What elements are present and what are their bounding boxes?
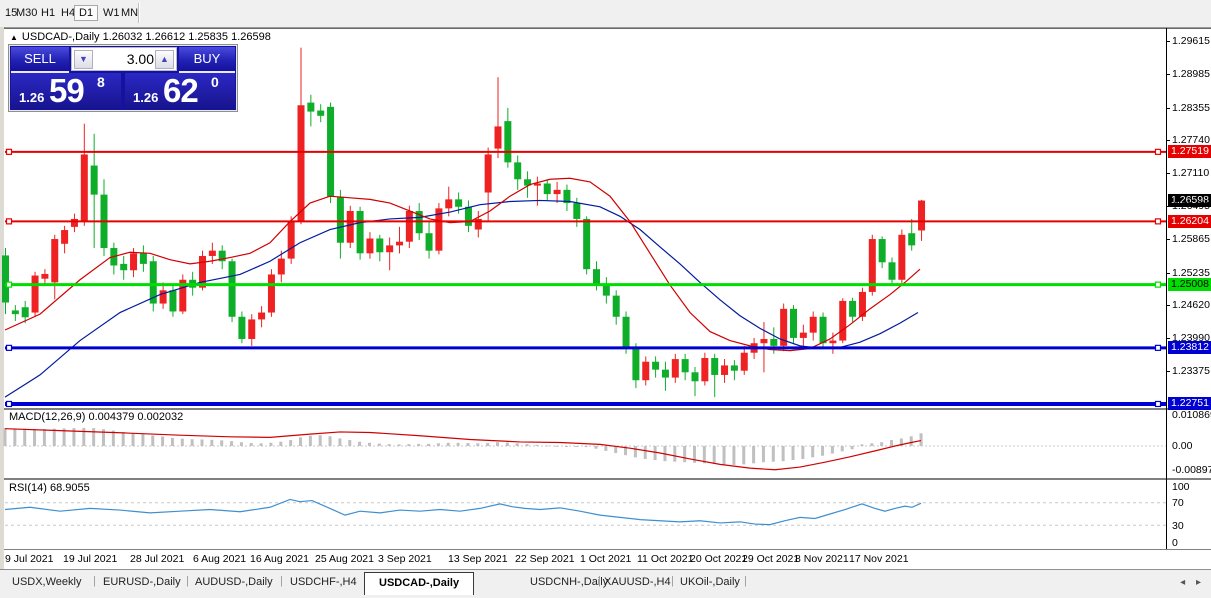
- rsi-axis-tick: 70: [1172, 497, 1184, 509]
- axis-tick-mark: [1166, 205, 1170, 207]
- timeframe-toolbar: 15 M30 H1 H4 D1 W1 MN: [0, 0, 1211, 28]
- volume-increase-button[interactable]: ▲: [155, 50, 174, 69]
- date-axis-label: 16 Aug 2021: [250, 553, 309, 565]
- timeframe-button-h1[interactable]: H1: [38, 5, 58, 21]
- sell-price-pip-digit: 8: [97, 74, 105, 90]
- date-axis-label: 19 Jul 2021: [63, 553, 118, 565]
- volume-decrease-button[interactable]: ▼: [74, 50, 93, 69]
- axis-tick-mark: [1166, 140, 1170, 142]
- axis-tick-mark: [1166, 239, 1170, 241]
- triangle-up-icon: ▲: [10, 33, 18, 42]
- price-axis-tick: 1.24620: [1172, 299, 1210, 312]
- sell-price-big-digits: 59: [49, 72, 85, 109]
- chart-tab-usdcad[interactable]: USDCAD-,Daily: [364, 572, 475, 595]
- chart-symbol-label: USDCAD-,Daily: [21, 31, 100, 43]
- one-click-trading-panel: SELL ▼ 3.00 ▲ BUY 1.26 59 8 1.26 62 0: [8, 44, 238, 112]
- axis-tick-mark: [1166, 338, 1170, 340]
- toolbar-separator: [138, 3, 140, 23]
- sell-price-prefix: 1.26: [19, 90, 45, 105]
- date-axis-label: 22 Sep 2021: [515, 553, 575, 565]
- price-axis-tick: 1.27740: [1172, 134, 1210, 147]
- price-axis-tick: 1.27110: [1172, 167, 1210, 180]
- date-axis-label: 6 Aug 2021: [193, 553, 247, 565]
- macd-pane-separator[interactable]: [4, 408, 1211, 411]
- rsi-axis-tick: 100: [1172, 481, 1190, 493]
- price-axis-tick: 1.29615: [1172, 35, 1210, 47]
- date-axis-label: 9 Jul 2021: [5, 553, 54, 565]
- macd-axis-tick: 0.010869: [1172, 409, 1211, 421]
- chart-tab-xauusd[interactable]: XAUUSD-,H4: [604, 576, 671, 588]
- axis-tick-mark: [1166, 370, 1170, 372]
- chart-tab-bar: ◂ ▸ USDX,Weekly EURUSD-,Daily AUDUSD-,Dail…: [0, 569, 1211, 598]
- date-axis-label: 20 Oct 2021: [690, 553, 748, 565]
- price-line-label: 1.25008: [1168, 278, 1211, 292]
- price-axis-tick: 1.23375: [1172, 364, 1210, 377]
- price-axis-tick: 1.28355: [1172, 101, 1210, 114]
- timeframe-button-d1[interactable]: D1: [74, 5, 99, 21]
- tab-separator: |: [598, 575, 601, 587]
- buy-price-prefix: 1.26: [133, 90, 159, 105]
- rsi-axis-tick: 30: [1172, 520, 1184, 532]
- axis-tick-mark: [1166, 107, 1170, 109]
- macd-indicator-label: MACD(12,26,9) 0.004379 0.002032: [9, 411, 184, 423]
- tab-separator: |: [186, 575, 189, 587]
- tab-separator: |: [671, 575, 674, 587]
- price-axis-tick: 1.25865: [1172, 233, 1210, 246]
- volume-input[interactable]: 3.00: [94, 48, 154, 70]
- axis-tick-mark: [1166, 41, 1170, 42]
- date-axis-label: 8 Nov 2021: [795, 553, 849, 565]
- chart-tab-usdchf[interactable]: USDCHF-,H4: [290, 576, 357, 588]
- tab-scroll-arrows[interactable]: ◂ ▸: [1180, 577, 1205, 588]
- buy-price-pip-digit: 0: [211, 74, 219, 90]
- macd-axis-tick: 0.00: [1172, 440, 1193, 452]
- tab-separator: |: [744, 575, 747, 587]
- date-axis-label: 25 Aug 2021: [315, 553, 374, 565]
- price-axis-tick: 1.28985: [1172, 68, 1210, 81]
- buy-button[interactable]: BUY: [179, 47, 235, 73]
- price-axis-line: [1166, 28, 1167, 549]
- chart-tab-usdcnh[interactable]: USDCNH-,Daily: [530, 576, 608, 588]
- price-line-label: 1.27519: [1168, 145, 1211, 159]
- tab-separator: |: [93, 575, 96, 587]
- date-axis-label: 1 Oct 2021: [580, 553, 632, 565]
- axis-tick-mark: [1166, 74, 1170, 76]
- rsi-axis-tick: 0: [1172, 537, 1178, 549]
- price-axis-tick: 1.26495: [1172, 199, 1210, 212]
- volume-stepper: ▼ 3.00 ▲: [71, 47, 177, 71]
- chart-tab-audusd[interactable]: AUDUSD-,Daily: [195, 576, 273, 588]
- macd-axis-tick: -0.008974: [1172, 464, 1211, 476]
- chart-tab-ukoil[interactable]: UKOil-,Daily: [680, 576, 740, 588]
- timeframe-button-m30[interactable]: M30: [13, 5, 40, 21]
- sell-button[interactable]: SELL: [11, 47, 69, 73]
- quote-prices-row: 1.26 59 8 1.26 62 0: [11, 72, 235, 109]
- axis-tick-mark: [1166, 272, 1170, 274]
- chart-tab-usdx[interactable]: USDX,Weekly: [12, 576, 81, 588]
- date-axis-label: 17 Nov 2021: [849, 553, 909, 565]
- date-axis-label: 28 Jul 2021: [130, 553, 185, 565]
- axis-tick-mark: [1166, 173, 1170, 175]
- rsi-indicator-label: RSI(14) 68.9055: [9, 482, 90, 494]
- price-line-label: 1.26204: [1168, 214, 1211, 228]
- chart-ohlc-values: 1.26032 1.26612 1.25835 1.26598: [102, 31, 271, 43]
- date-axis-label: 29 Oct 2021: [742, 553, 800, 565]
- chart-title: ▲ USDCAD-,Daily 1.26032 1.26612 1.25835 1…: [10, 31, 271, 43]
- sell-price[interactable]: 1.26 59 8: [11, 72, 121, 109]
- date-axis-label: 11 Oct 2021: [637, 553, 694, 565]
- date-axis-label: 3 Sep 2021: [378, 553, 432, 565]
- buy-price[interactable]: 1.26 62 0: [125, 72, 235, 109]
- rsi-pane-separator[interactable]: [4, 478, 1211, 481]
- tab-separator: |: [280, 575, 283, 587]
- buy-price-big-digits: 62: [163, 72, 199, 109]
- date-axis-label: 13 Sep 2021: [448, 553, 508, 565]
- price-axis-tick: 1.23990: [1172, 332, 1210, 345]
- axis-tick-mark: [1166, 305, 1170, 307]
- chart-tab-eurusd[interactable]: EURUSD-,Daily: [103, 576, 181, 588]
- trade-controls-row: SELL ▼ 3.00 ▲ BUY: [11, 47, 235, 73]
- price-axis-tick: 1.25235: [1172, 266, 1210, 279]
